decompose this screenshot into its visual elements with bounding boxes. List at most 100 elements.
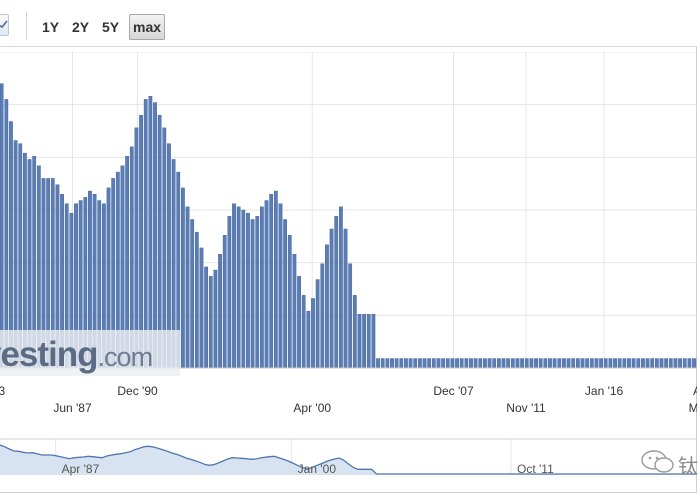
bar [315, 279, 320, 369]
bar [529, 358, 534, 369]
bar [250, 219, 255, 369]
bar [524, 358, 529, 369]
bar [334, 216, 339, 369]
bar [194, 231, 199, 369]
bar [464, 358, 469, 369]
bar [380, 358, 385, 369]
bar [339, 206, 343, 369]
range-button-1y[interactable]: 1Y [42, 17, 59, 37]
bar [153, 102, 157, 369]
bar [543, 358, 548, 369]
bar [362, 314, 366, 369]
chart-type-button[interactable] [0, 14, 9, 36]
bar [538, 358, 543, 369]
bar [520, 358, 524, 369]
bar [422, 358, 427, 369]
x-tick-label: Jun '87 [53, 401, 92, 415]
bar [668, 358, 673, 369]
bar [283, 219, 287, 369]
bar [506, 358, 511, 369]
bar [269, 193, 274, 369]
bar [469, 358, 473, 369]
bar [636, 358, 641, 369]
bar [408, 358, 413, 369]
bar [580, 358, 585, 369]
bar [552, 358, 557, 369]
bar [204, 266, 208, 369]
bar [236, 206, 241, 369]
bar [394, 358, 399, 369]
bar [589, 358, 594, 369]
bar [311, 298, 315, 369]
bar [654, 358, 659, 369]
bar [613, 358, 617, 369]
bar [273, 190, 278, 369]
bar [617, 358, 622, 369]
bar [483, 358, 487, 369]
bar [664, 358, 669, 369]
bar [301, 295, 306, 369]
bar [501, 358, 506, 369]
x-tick-label: Dec '90 [117, 384, 158, 398]
bar [185, 206, 190, 369]
navigator-area [0, 445, 697, 475]
bar [399, 358, 404, 369]
bar [208, 276, 213, 369]
bar [418, 358, 422, 369]
bar [557, 358, 562, 369]
bar [227, 216, 232, 369]
bar [320, 263, 325, 369]
bar [575, 358, 580, 369]
bar [143, 99, 148, 369]
bar [436, 358, 441, 369]
bar [0, 83, 4, 369]
x-tick-label: Jan '16 [585, 384, 624, 398]
bar [496, 358, 501, 369]
bar [181, 187, 185, 369]
bar [287, 235, 292, 369]
bar [441, 358, 445, 369]
line-chart-icon [0, 20, 8, 29]
bar [678, 358, 682, 369]
bar [260, 206, 264, 369]
bar [232, 203, 236, 369]
bar [445, 358, 450, 369]
bar [585, 358, 590, 369]
bar [329, 228, 334, 369]
range-button-max[interactable]: max [129, 14, 166, 40]
bar [473, 358, 478, 369]
bar [241, 209, 246, 369]
x-tick-label: Dec '07 [433, 384, 474, 398]
bar [608, 358, 613, 369]
range-button-2y[interactable]: 2Y [72, 17, 89, 37]
bar [264, 200, 269, 369]
bar [148, 96, 153, 369]
x-tick-label: Nov '11 [506, 401, 546, 415]
bar [492, 358, 497, 369]
bar [599, 358, 603, 369]
bar [692, 358, 696, 369]
x-tick-label: Apr '00 [293, 401, 331, 415]
chart-toolbar: 1Y 2Y 5Y max [0, 0, 697, 47]
bar [641, 358, 645, 369]
bar [413, 358, 418, 369]
bar [246, 212, 250, 369]
bar [376, 358, 380, 369]
bar [325, 244, 329, 369]
bar [292, 254, 297, 369]
bar [427, 358, 432, 369]
bar [4, 99, 9, 369]
bar [190, 219, 195, 369]
navigator-chart[interactable]: Apr '87 Jan '00 Oct '11 [0, 433, 697, 481]
bar [218, 254, 222, 369]
bar [622, 358, 627, 369]
bar [566, 358, 571, 369]
bar [255, 216, 260, 369]
bar [450, 358, 455, 369]
bar [297, 276, 301, 369]
bar [534, 358, 538, 369]
bar [631, 358, 636, 369]
bar [348, 263, 353, 369]
bar [459, 358, 464, 369]
range-button-5y[interactable]: 5Y [102, 17, 119, 37]
